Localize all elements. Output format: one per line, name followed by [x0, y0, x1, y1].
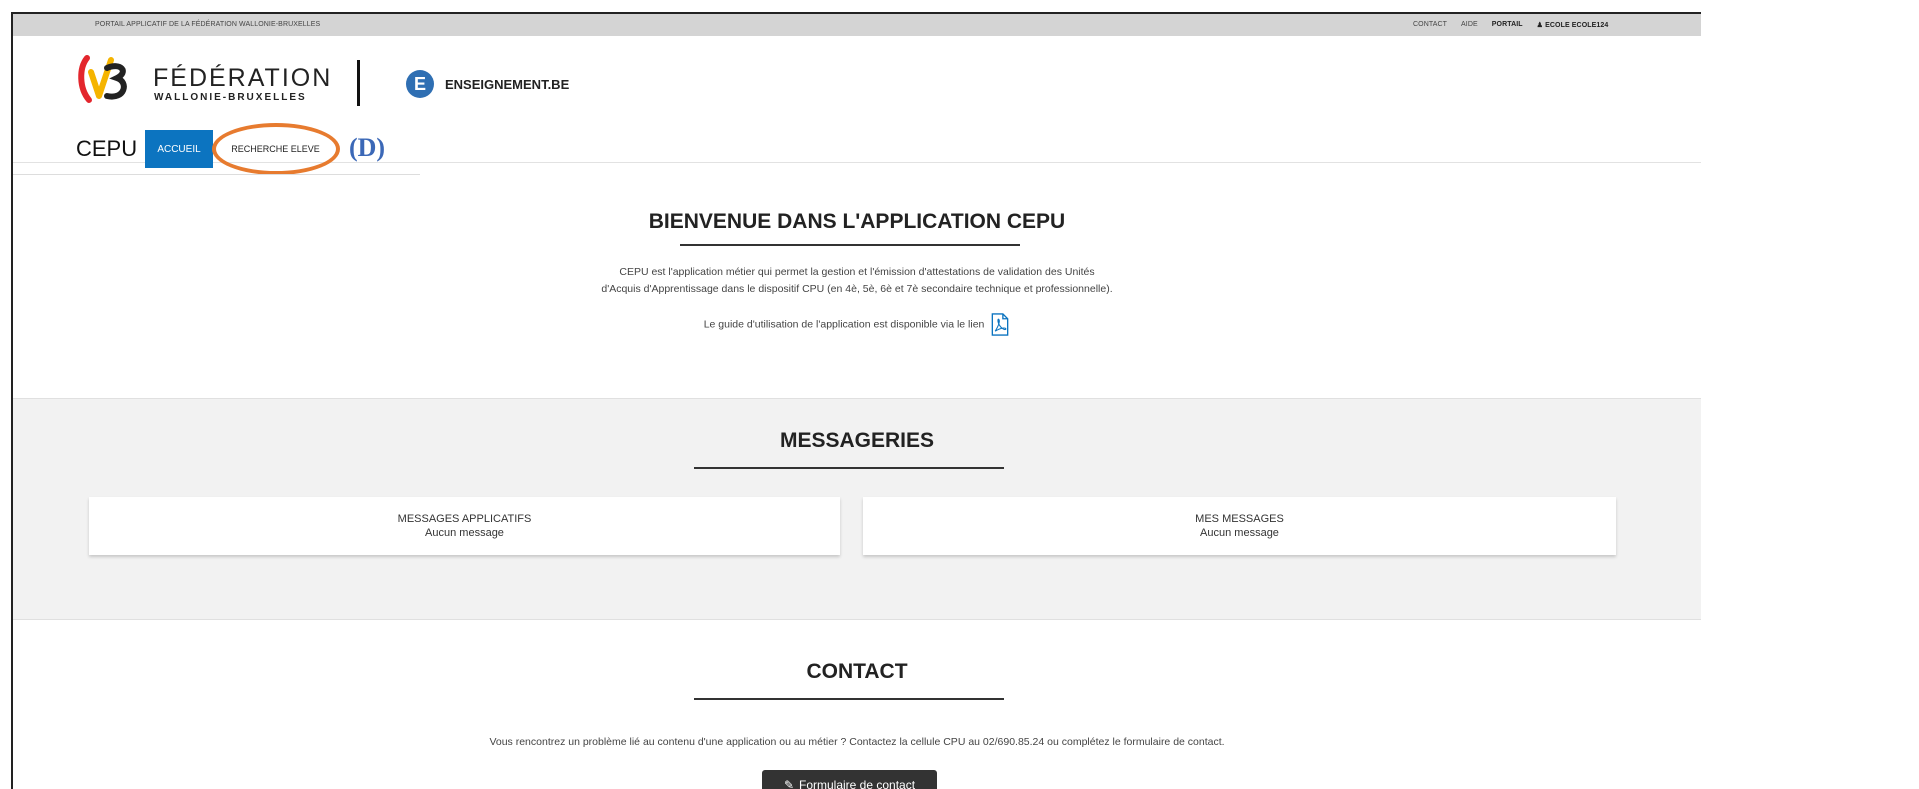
card-title: MESSAGES APPLICATIFS — [397, 513, 532, 525]
enseignement-logo-icon[interactable]: E — [406, 70, 434, 98]
enseignement-link[interactable]: ENSEIGNEMENT.BE — [445, 77, 569, 92]
welcome-description: CEPU est l'application métier qui permet… — [13, 264, 1701, 298]
contact-title-rule — [694, 698, 1004, 700]
contact-form-button[interactable]: ✎ Formulaire de contact — [762, 770, 937, 789]
welcome-title-rule — [680, 244, 1020, 246]
welcome-title: BIENVENUE DANS L'APPLICATION CEPU — [648, 210, 1066, 233]
annotation-label: (D) — [349, 133, 386, 162]
user-icon: ♟ — [1536, 22, 1544, 29]
contact-text: Vous rencontrez un problème lié au conte… — [489, 736, 1225, 748]
messageries-title-rule — [694, 467, 1004, 469]
fwb-name-line2: WALLONIE-BRUXELLES — [154, 92, 307, 103]
fwb-logo-icon — [78, 55, 127, 103]
edit-icon: ✎ — [783, 778, 794, 789]
contact-section: CONTACT Vous rencontrez un problème lié … — [13, 618, 1701, 789]
portail-link[interactable]: PORTAIL — [1492, 21, 1523, 29]
aide-link[interactable]: AIDE — [1461, 21, 1478, 29]
contact-link[interactable]: CONTACT — [1413, 21, 1447, 29]
welcome-description-line2: d'Acquis d'Apprentissage dans le disposi… — [601, 283, 1113, 295]
contact-form-label: Formulaire de contact — [799, 778, 916, 789]
portal-label: PORTAIL APPLICATIF DE LA FÉDÉRATION WALL… — [95, 21, 321, 28]
messageries-section: MESSAGERIES MESSAGES APPLICATIFS Aucun m… — [13, 398, 1701, 620]
user-name: ECOLE ECOLE124 — [1545, 22, 1609, 29]
app-frame: PORTAIL APPLICATIF DE LA FÉDÉRATION WALL… — [11, 12, 1701, 789]
pdf-icon[interactable] — [990, 313, 1010, 336]
fwb-name-line1: FÉDÉRATION — [153, 64, 333, 92]
welcome-description-line1: CEPU est l'application métier qui permet… — [619, 266, 1095, 278]
topbar-links: CONTACT AIDE PORTAIL ♟ ECOLE ECOLE124 — [1413, 21, 1608, 29]
contact-title: CONTACT — [806, 660, 908, 683]
mes-messages-card[interactable]: MES MESSAGES Aucun message — [863, 497, 1616, 555]
app-title: CEPU — [76, 136, 138, 161]
messageries-title: MESSAGERIES — [779, 429, 935, 452]
user-account-link[interactable]: ♟ ECOLE ECOLE124 — [1537, 21, 1609, 29]
portal-topbar: PORTAIL APPLICATIF DE LA FÉDÉRATION WALL… — [13, 14, 1701, 36]
card-status: Aucun message — [1200, 527, 1279, 539]
site-header: FÉDÉRATION WALLONIE-BRUXELLES E ENSEIGNE… — [13, 36, 1701, 175]
card-status: Aucun message — [425, 527, 504, 539]
guide-text: Le guide d'utilisation de l'application … — [703, 318, 985, 331]
messages-applicatifs-card[interactable]: MESSAGES APPLICATIFS Aucun message — [89, 497, 840, 555]
card-title: MES MESSAGES — [1195, 513, 1284, 525]
welcome-section: BIENVENUE DANS L'APPLICATION CEPU CEPU e… — [13, 162, 1701, 398]
guide-line: Le guide d'utilisation de l'application … — [13, 313, 1701, 336]
header-divider — [357, 60, 360, 106]
